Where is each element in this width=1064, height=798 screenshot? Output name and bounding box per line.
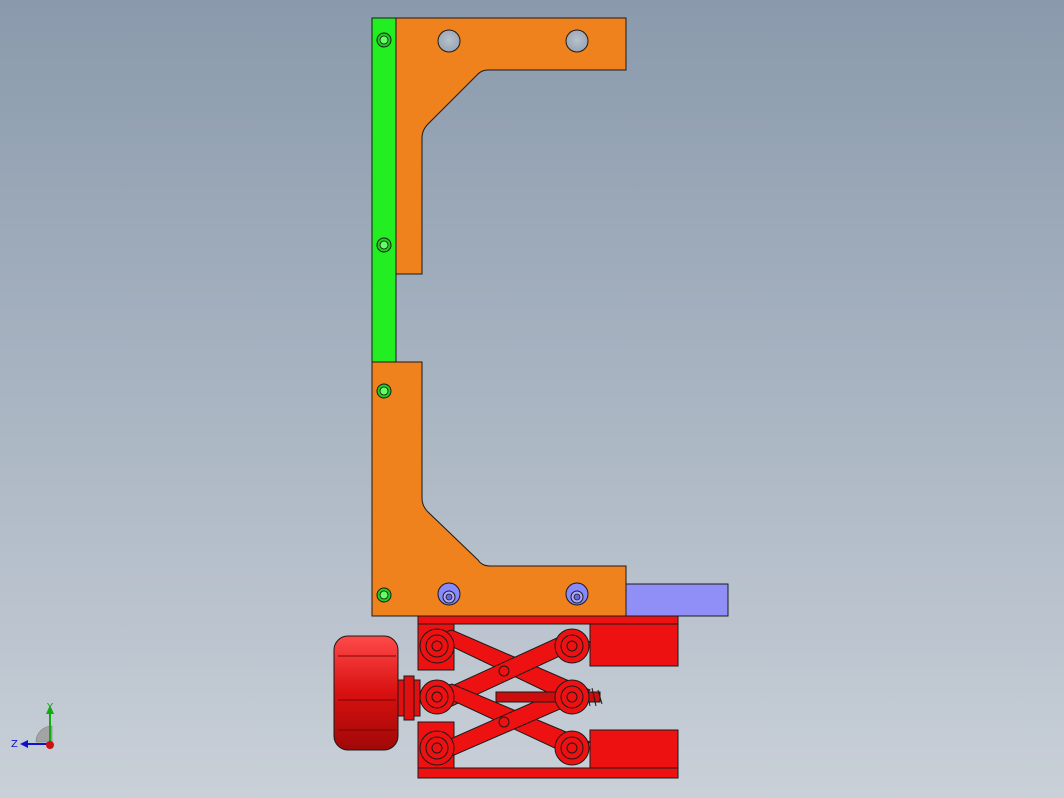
pivot-roller xyxy=(554,730,590,766)
screw xyxy=(376,587,392,603)
view-orientation-triad-icon[interactable]: Y Z xyxy=(11,702,54,750)
mounting-hole xyxy=(565,29,589,53)
triad-z-label: Z xyxy=(11,739,18,750)
pivot-roller xyxy=(554,628,590,664)
lower-bracket[interactable] xyxy=(371,361,627,617)
x-axis-icon xyxy=(46,741,54,749)
screw xyxy=(437,582,461,606)
cad-viewport[interactable]: Y Z xyxy=(0,0,1064,798)
pivot-roller xyxy=(554,679,590,715)
triad-y-label: Y xyxy=(46,702,54,713)
screw xyxy=(376,32,392,48)
lift-stage[interactable] xyxy=(417,615,679,779)
pivot-roller xyxy=(419,679,455,715)
screw xyxy=(376,237,392,253)
upper-bracket[interactable] xyxy=(395,17,627,275)
screw xyxy=(376,383,392,399)
screw xyxy=(565,582,589,606)
z-axis-arrow-icon xyxy=(20,740,28,748)
mounting-hole xyxy=(437,29,461,53)
pivot-roller xyxy=(419,730,455,766)
green-rail[interactable] xyxy=(371,17,397,363)
assembly-scene[interactable]: Y Z xyxy=(0,0,1064,798)
pivot-roller xyxy=(419,628,455,664)
spacer-block[interactable] xyxy=(625,583,729,617)
adjustment-knob[interactable] xyxy=(333,635,421,751)
